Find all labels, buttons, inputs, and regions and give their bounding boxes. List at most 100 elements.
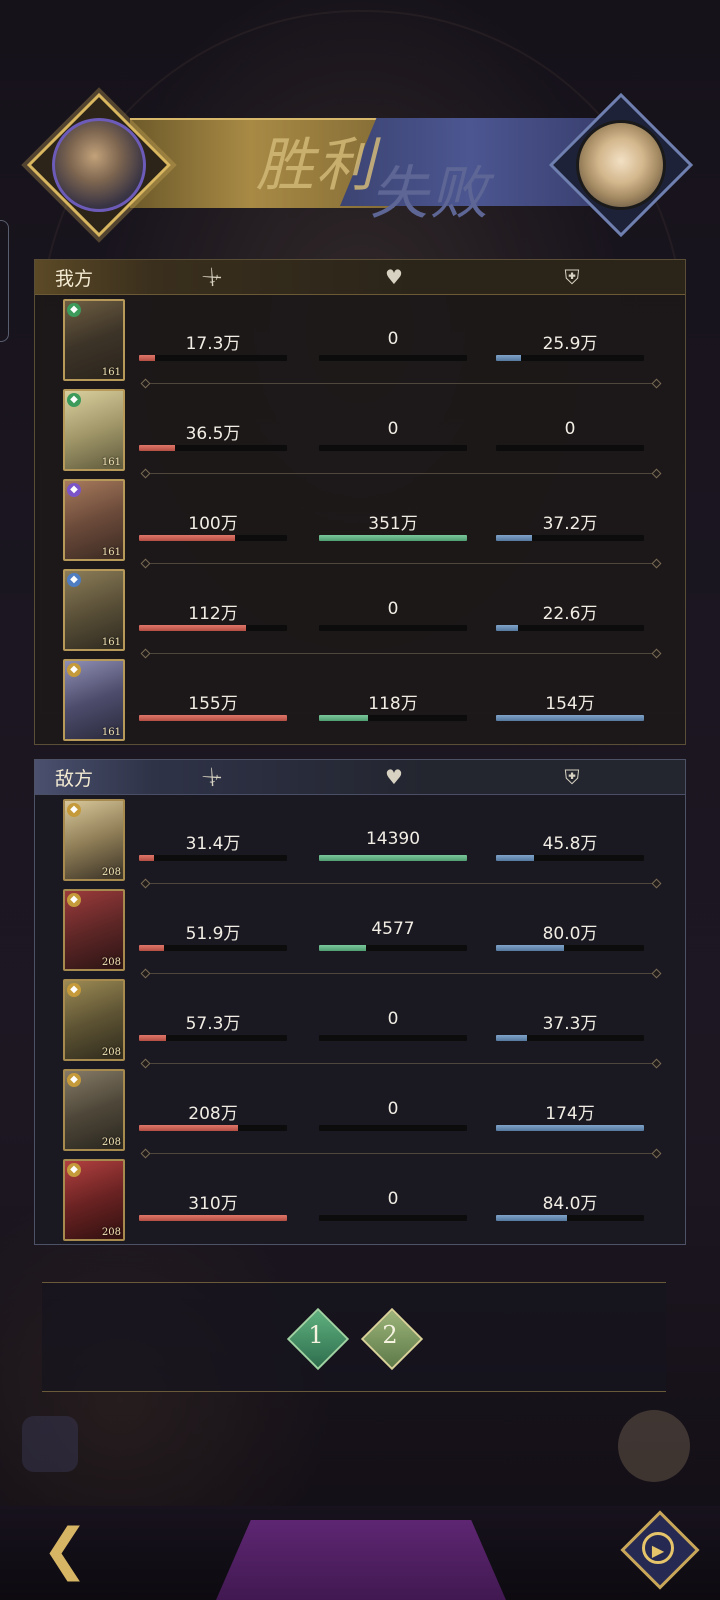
enemy-leader-avatar[interactable]	[548, 92, 694, 238]
hero-card[interactable]: ◆ 208	[63, 979, 125, 1061]
hero-card[interactable]: ◆ 208	[63, 799, 125, 881]
defense-value: 45.8万	[542, 834, 598, 854]
hero-level: 161	[101, 637, 121, 648]
hero-card[interactable]: ◆ 208	[63, 1069, 125, 1151]
avatar	[576, 120, 666, 210]
damage-bar-fill	[139, 855, 154, 861]
heal-bar-fill	[319, 715, 368, 721]
enemy-panel-header: 敌方 ⚔ ♥ ⛨	[35, 760, 685, 795]
heal-bar	[319, 535, 467, 541]
table-row: ◆ 161 36.5万 0 0	[35, 383, 685, 475]
damage-bar-fill	[139, 1125, 239, 1131]
side-menu-icon[interactable]	[22, 1416, 78, 1472]
damage-bar-fill	[139, 715, 287, 721]
hero-card[interactable]: ◆ 161	[63, 479, 125, 561]
heal-bar	[319, 1035, 467, 1041]
avatar	[52, 118, 146, 212]
hero-card[interactable]: ◆ 161	[63, 389, 125, 471]
heart-heal-icon: ♥	[385, 265, 403, 289]
heal-bar	[319, 945, 467, 951]
ally-panel-header: 我方 ⚔ ♥ ⛨	[35, 260, 685, 295]
damage-bar	[139, 855, 287, 861]
result-banner: 胜利 失败	[20, 88, 700, 238]
damage-bar	[139, 625, 287, 631]
heal-value: 118万	[368, 694, 418, 714]
defense-bar-fill	[496, 625, 519, 631]
page-button-2[interactable]: 2	[360, 1307, 424, 1371]
element-icon: ◆	[67, 1163, 81, 1177]
heal-bar	[319, 625, 467, 631]
damage-bar	[139, 1215, 287, 1221]
heart-heal-icon: ♥	[385, 765, 403, 789]
damage-bar	[139, 715, 287, 721]
hero-card[interactable]: ◆ 161	[63, 659, 125, 741]
defense-bar-fill	[496, 855, 535, 861]
defeat-text: 失败	[370, 159, 491, 227]
row-divider	[145, 883, 657, 884]
enemy-stats-panel: 敌方 ⚔ ♥ ⛨ ◆ 208 31.4万 14390 45.8万 ◆ 208 5…	[34, 759, 686, 1245]
row-divider	[145, 563, 657, 564]
element-icon: ◆	[67, 573, 81, 587]
defense-bar	[496, 855, 644, 861]
damage-value: 17.3万	[185, 334, 241, 354]
ally-panel-title: 我方	[55, 268, 94, 290]
heal-value: 0	[387, 329, 399, 349]
hero-level: 161	[101, 457, 121, 468]
damage-bar-fill	[139, 1215, 287, 1221]
row-divider	[145, 973, 657, 974]
ally-leader-avatar[interactable]	[26, 92, 172, 238]
page-button-1[interactable]: 1	[286, 1307, 350, 1371]
defense-bar	[496, 1125, 644, 1131]
hero-level: 208	[101, 867, 121, 878]
enemy-panel-title: 敌方	[55, 768, 94, 790]
hero-card[interactable]: ◆ 161	[63, 569, 125, 651]
side-reward-icon[interactable]	[618, 1410, 690, 1482]
element-icon: ◆	[67, 393, 81, 407]
defense-bar-fill	[496, 535, 532, 541]
hero-card[interactable]: ◆ 208	[63, 889, 125, 971]
damage-bar	[139, 945, 287, 951]
back-arrow-icon[interactable]: ❮	[30, 1515, 100, 1585]
table-row: ◆ 161 17.3万 0 25.9万	[35, 295, 685, 385]
heal-bar	[319, 1215, 467, 1221]
hero-card[interactable]: ◆ 208	[63, 1159, 125, 1241]
table-row: ◆ 208 310万 0 84.0万	[35, 1153, 685, 1245]
damage-bar	[139, 355, 287, 361]
damage-value: 31.4万	[185, 834, 241, 854]
damage-value: 100万	[188, 514, 238, 534]
main-action-button[interactable]	[216, 1520, 506, 1600]
enemy-rows: ◆ 208 31.4万 14390 45.8万 ◆ 208 51.9万 4577…	[35, 795, 685, 1245]
heal-value: 351万	[368, 514, 418, 534]
shield-icon: ⛨	[564, 765, 580, 789]
defense-bar-fill	[496, 355, 522, 361]
table-row: ◆ 161 155万 118万 154万	[35, 653, 685, 745]
heal-bar-fill	[319, 945, 367, 951]
table-row: ◆ 208 208万 0 174万	[35, 1063, 685, 1155]
side-drawer-tab[interactable]	[0, 220, 9, 342]
defense-bar-fill	[496, 715, 644, 721]
damage-bar	[139, 1125, 287, 1131]
hero-card[interactable]: ◆ 161	[63, 299, 125, 381]
row-divider	[145, 473, 657, 474]
heal-value: 0	[387, 1189, 399, 1209]
heal-value: 0	[387, 1099, 399, 1119]
table-row: ◆ 208 31.4万 14390 45.8万	[35, 795, 685, 885]
defense-value: 0	[564, 419, 576, 439]
damage-bar-fill	[139, 945, 165, 951]
defense-value: 174万	[545, 1104, 595, 1124]
table-row: ◆ 161 112万 0 22.6万	[35, 563, 685, 655]
table-row: ◆ 208 51.9万 4577 80.0万	[35, 883, 685, 975]
damage-bar-fill	[139, 355, 156, 361]
defense-value: 37.2万	[542, 514, 598, 534]
element-icon: ◆	[67, 663, 81, 677]
defense-value: 37.3万	[542, 1014, 598, 1034]
damage-value: 51.9万	[185, 924, 241, 944]
defense-value: 154万	[545, 694, 595, 714]
heal-bar	[319, 445, 467, 451]
defense-value: 22.6万	[542, 604, 598, 624]
table-row: ◆ 161 100万 351万 37.2万	[35, 473, 685, 565]
replay-button[interactable]: ▶	[620, 1510, 700, 1590]
damage-value: 310万	[188, 1194, 238, 1214]
defense-bar-fill	[496, 945, 565, 951]
hero-level: 161	[101, 367, 121, 378]
